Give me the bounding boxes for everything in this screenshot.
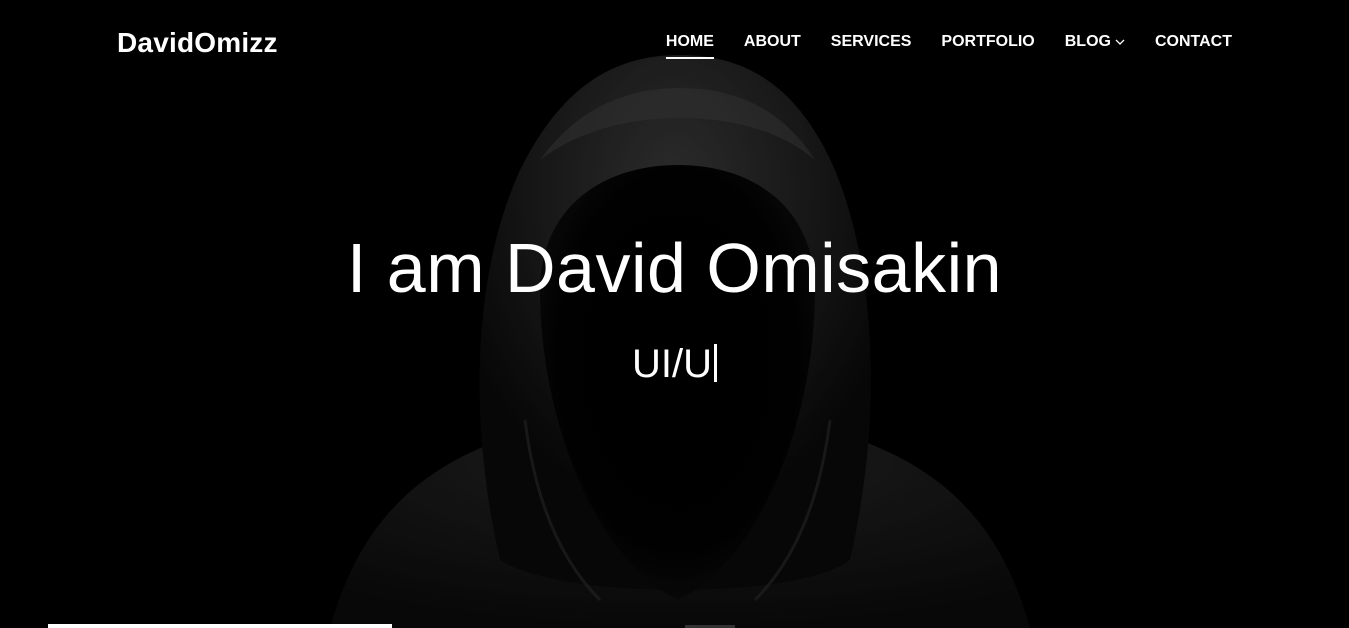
- nav-item-blog[interactable]: BLOG: [1065, 33, 1125, 59]
- nav-item-services[interactable]: SERVICES: [831, 33, 912, 59]
- brand-logo[interactable]: DavidOmizz: [117, 27, 278, 59]
- nav-item-about[interactable]: ABOUT: [744, 33, 801, 59]
- scroll-progress-bar: [48, 624, 392, 628]
- nav-item-label: SERVICES: [830, 33, 912, 50]
- nav-item-home[interactable]: HOME: [665, 33, 714, 59]
- nav-menu: HOME ABOUT SERVICES PORTFOLIO BLOG CONTA…: [665, 33, 1232, 59]
- navbar: DavidOmizz HOME ABOUT SERVICES PORTFOLIO…: [0, 0, 1349, 88]
- typed-text: UI/U: [632, 342, 712, 386]
- nav-item-label: PORTFOLIO: [941, 33, 1035, 50]
- hero-title: I am David Omisakin: [346, 229, 1003, 307]
- nav-item-label: BLOG: [1064, 33, 1111, 50]
- typing-cursor: [714, 344, 717, 382]
- hero-section: DavidOmizz HOME ABOUT SERVICES PORTFOLIO…: [0, 0, 1349, 628]
- nav-item-label: ABOUT: [743, 33, 801, 50]
- nav-item-contact[interactable]: CONTACT: [1155, 33, 1232, 59]
- nav-item-portfolio[interactable]: PORTFOLIO: [941, 33, 1034, 59]
- nav-item-label: HOME: [665, 33, 714, 50]
- chevron-down-icon: [1115, 39, 1125, 45]
- hooded-figure-background-image: [0, 0, 1349, 628]
- nav-item-label: CONTACT: [1154, 33, 1232, 50]
- hero-typed-subtitle: UI/U: [0, 342, 1349, 387]
